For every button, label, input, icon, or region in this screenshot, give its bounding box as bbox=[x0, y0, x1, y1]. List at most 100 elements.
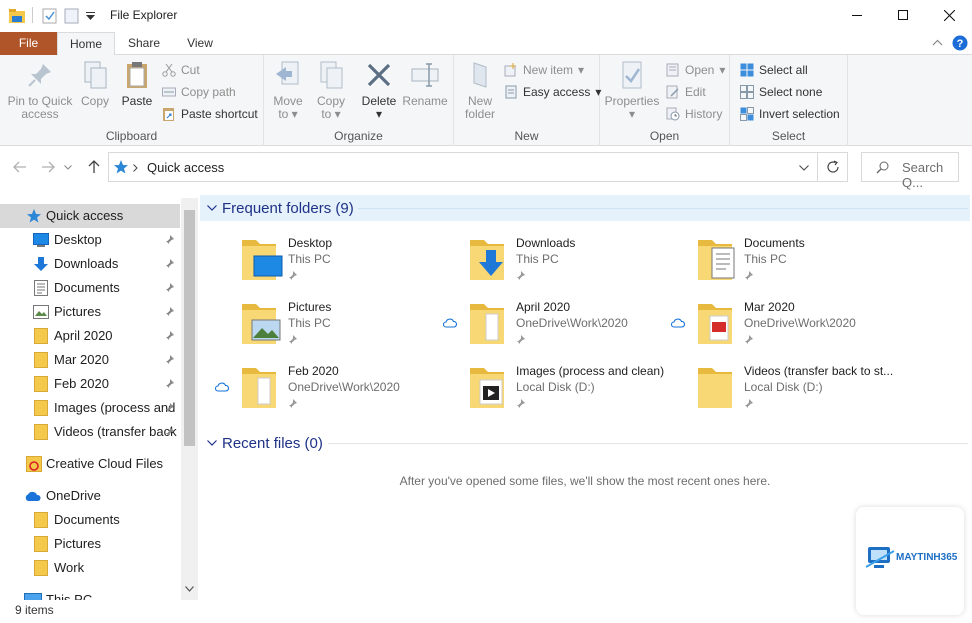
folder-tile-images[interactable]: Images (process and clean) Local Disk (D… bbox=[428, 360, 664, 422]
history-button[interactable]: History bbox=[666, 104, 722, 124]
new-item-button[interactable]: New item ▾ bbox=[504, 60, 584, 80]
tab-file[interactable]: File bbox=[0, 32, 57, 55]
copy-to-icon bbox=[320, 61, 343, 89]
nav-this-pc[interactable]: This PC bbox=[0, 588, 180, 600]
nav-item-feb-2020[interactable]: Feb 2020 bbox=[0, 372, 180, 396]
documents-folder-icon bbox=[698, 240, 735, 280]
nav-item-videos[interactable]: Videos (transfer back bbox=[0, 420, 180, 444]
folder-tile-videos[interactable]: Videos (transfer back to st... Local Dis… bbox=[656, 360, 893, 422]
tab-share[interactable]: Share bbox=[121, 32, 167, 55]
copy-path-button[interactable]: Copy path bbox=[162, 82, 236, 102]
folder-tile-april-2020[interactable]: April 2020 OneDrive\Work\2020 bbox=[428, 296, 648, 358]
close-button[interactable] bbox=[926, 0, 972, 30]
recent-locations-button[interactable] bbox=[63, 158, 73, 176]
forward-button[interactable] bbox=[39, 158, 57, 176]
folder-icon bbox=[34, 512, 48, 528]
pin-icon[interactable] bbox=[165, 306, 175, 318]
nav-onedrive[interactable]: OneDrive bbox=[0, 484, 180, 508]
folder-name: Desktop bbox=[288, 236, 333, 250]
search-box[interactable]: Search Q... bbox=[861, 152, 959, 190]
help-icon[interactable]: ? bbox=[952, 35, 968, 51]
open-icon bbox=[666, 63, 679, 77]
pdf-folder-icon bbox=[698, 304, 732, 344]
desktop-icon bbox=[33, 233, 49, 247]
paste-shortcut-button[interactable]: Paste shortcut bbox=[162, 104, 258, 124]
refresh-button[interactable] bbox=[818, 152, 848, 182]
folder-name: Videos (transfer back to st... bbox=[744, 364, 894, 378]
nav-creative-cloud[interactable]: Creative Cloud Files bbox=[0, 452, 180, 476]
maytinh365-logo-icon bbox=[865, 547, 895, 568]
paste-shortcut-label: Paste shortcut bbox=[181, 107, 258, 121]
new-folder-qa-icon[interactable] bbox=[64, 8, 80, 24]
nav-onedrive-pictures[interactable]: Pictures bbox=[0, 532, 180, 556]
select-none-button[interactable]: Select none bbox=[740, 82, 822, 102]
properties-button[interactable]: Properties ▾ bbox=[604, 59, 660, 121]
nav-item-april-2020[interactable]: April 2020 bbox=[0, 324, 180, 348]
pin-icon[interactable] bbox=[165, 402, 175, 414]
folder-icon bbox=[34, 352, 48, 368]
nav-onedrive-work[interactable]: Work bbox=[0, 556, 180, 580]
scroll-down-icon[interactable] bbox=[185, 586, 194, 592]
nav-scrollbar-thumb[interactable] bbox=[184, 210, 195, 446]
move-to-button[interactable]: Move to ▾ bbox=[270, 59, 306, 121]
pin-icon[interactable] bbox=[165, 258, 175, 270]
explorer-app-icon[interactable] bbox=[8, 8, 26, 24]
edit-button[interactable]: Edit bbox=[666, 82, 706, 102]
nav-item-mar-2020[interactable]: Mar 2020 bbox=[0, 348, 180, 372]
cut-button[interactable]: Cut bbox=[162, 60, 200, 80]
nav-item-downloads[interactable]: Downloads bbox=[0, 252, 180, 276]
pictures-icon bbox=[33, 305, 49, 319]
pin-icon[interactable] bbox=[165, 330, 175, 342]
folder-tile-mar-2020[interactable]: Mar 2020 OneDrive\Work\2020 bbox=[656, 296, 876, 358]
frequent-folders-header[interactable]: Frequent folders (9) bbox=[200, 195, 970, 221]
pin-to-quick-access-button[interactable]: Pin to Quick access bbox=[5, 59, 75, 121]
up-button[interactable] bbox=[85, 158, 103, 176]
address-dropdown-icon[interactable] bbox=[799, 165, 809, 171]
video-folder-icon bbox=[470, 368, 504, 408]
delete-button[interactable]: Delete ▾ bbox=[360, 59, 398, 121]
folder-tile-feb-2020[interactable]: Feb 2020 OneDrive\Work\2020 bbox=[200, 360, 420, 422]
customize-qa-dropdown-icon[interactable] bbox=[86, 12, 95, 20]
folder-icon bbox=[34, 328, 48, 344]
folder-tile-desktop[interactable]: Desktop This PC bbox=[200, 232, 420, 294]
folder-icon bbox=[34, 424, 48, 440]
open-button[interactable]: Open ▾ bbox=[666, 60, 725, 80]
address-bar[interactable]: Quick access bbox=[108, 152, 818, 182]
copy-path-icon bbox=[162, 87, 176, 97]
tab-home[interactable]: Home bbox=[57, 32, 115, 56]
new-folder-button[interactable]: New folder bbox=[462, 59, 498, 121]
folder-tile-documents[interactable]: Documents This PC bbox=[656, 232, 876, 294]
back-button[interactable] bbox=[11, 158, 29, 176]
recent-files-header[interactable]: Recent files (0) bbox=[200, 430, 970, 456]
nav-item-images[interactable]: Images (process and bbox=[0, 396, 180, 420]
minimize-button[interactable] bbox=[834, 0, 880, 30]
nav-item-desktop[interactable]: Desktop bbox=[0, 228, 180, 252]
nav-quick-access[interactable]: Quick access bbox=[0, 204, 180, 228]
pin-icon[interactable] bbox=[165, 378, 175, 390]
rename-button[interactable]: Rename bbox=[402, 59, 448, 108]
pin-icon[interactable] bbox=[165, 234, 175, 246]
nav-item-label: Desktop bbox=[54, 232, 102, 247]
collapse-ribbon-icon[interactable] bbox=[932, 39, 943, 46]
tab-view[interactable]: View bbox=[177, 32, 223, 55]
folder-tile-pictures[interactable]: Pictures This PC bbox=[200, 296, 420, 358]
easy-access-button[interactable]: Easy access ▾ bbox=[504, 82, 601, 102]
nav-item-pictures[interactable]: Pictures bbox=[0, 300, 180, 324]
select-all-button[interactable]: Select all bbox=[740, 60, 808, 80]
folder-tile-downloads[interactable]: Downloads This PC bbox=[428, 232, 648, 294]
pin-icon[interactable] bbox=[165, 426, 175, 438]
paste-button[interactable]: Paste bbox=[119, 59, 155, 108]
folder-icon bbox=[470, 304, 504, 344]
pin-icon[interactable] bbox=[165, 354, 175, 366]
copy-to-button[interactable]: Copy to ▾ bbox=[314, 59, 348, 121]
recent-files-title: Recent files (0) bbox=[222, 435, 323, 452]
paste-icon bbox=[127, 62, 147, 88]
invert-selection-button[interactable]: Invert selection bbox=[740, 104, 840, 124]
pin-icon[interactable] bbox=[165, 282, 175, 294]
nav-onedrive-documents[interactable]: Documents bbox=[0, 508, 180, 532]
properties-qa-icon[interactable] bbox=[42, 8, 58, 24]
nav-item-documents[interactable]: Documents bbox=[0, 276, 180, 300]
maximize-button[interactable] bbox=[880, 0, 926, 30]
copy-button[interactable]: Copy bbox=[78, 59, 112, 108]
nav-scrollbar[interactable] bbox=[181, 198, 198, 600]
